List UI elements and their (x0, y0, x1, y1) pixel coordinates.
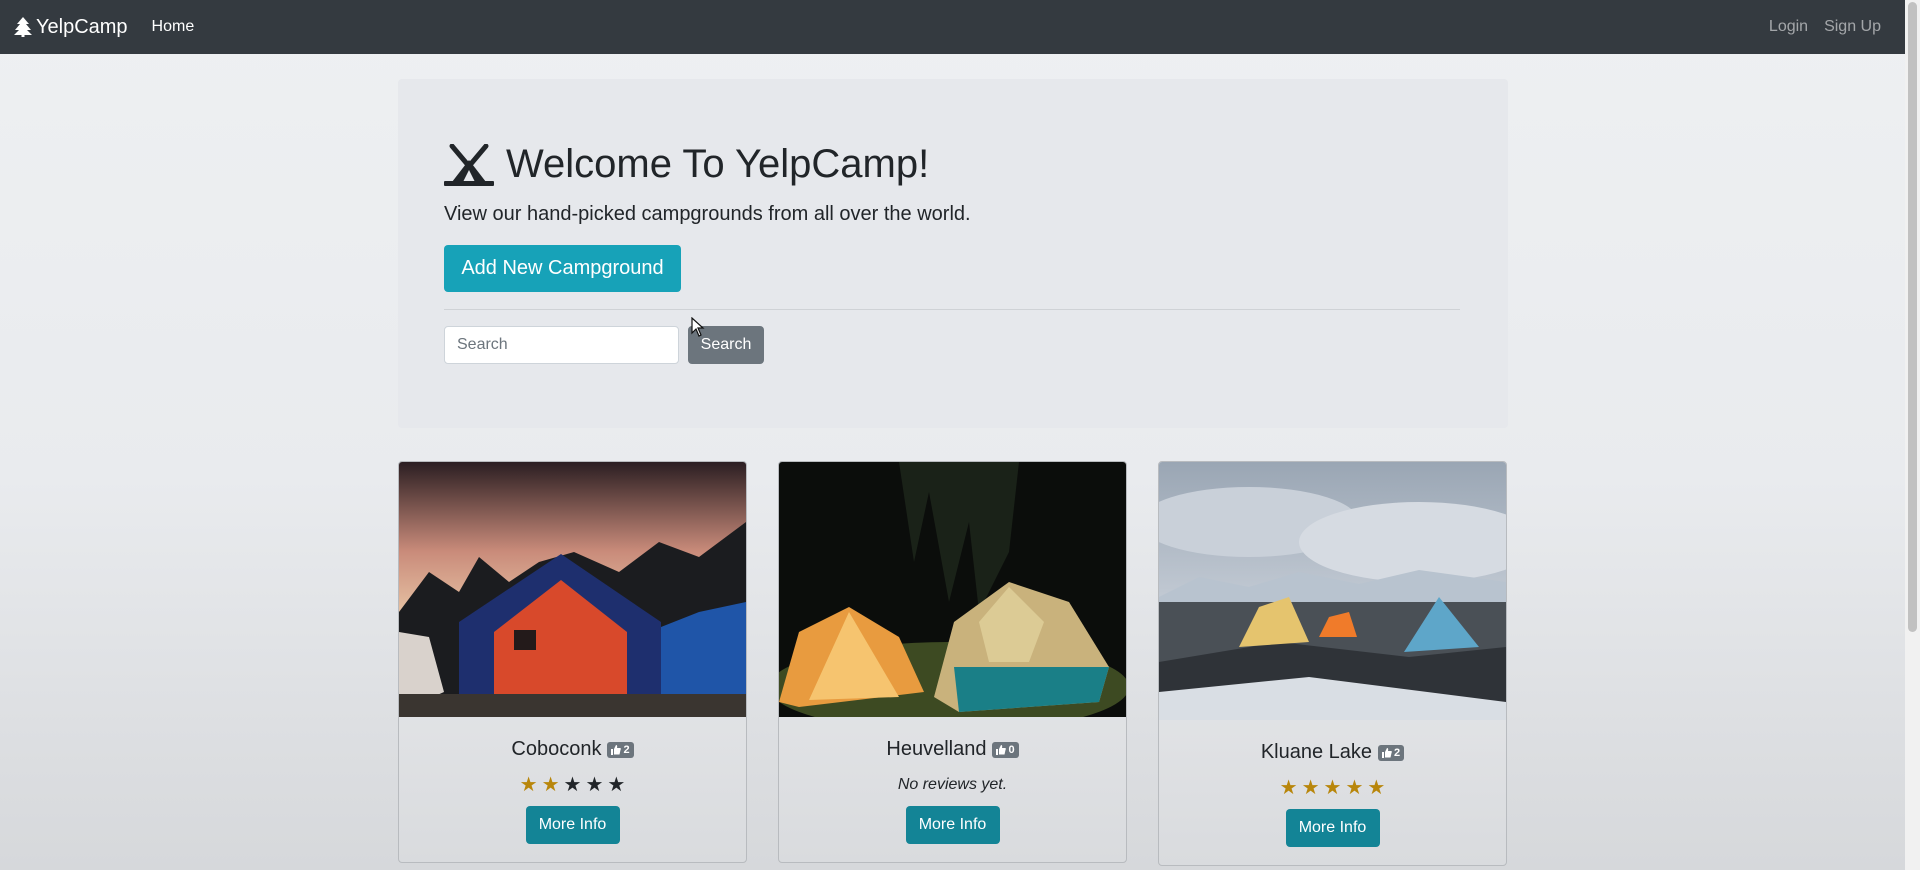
likes-badge: 0 (992, 741, 1019, 758)
star-filled-icon: ★ (1323, 777, 1342, 799)
add-campground-button[interactable]: Add New Campground (444, 245, 681, 292)
star-filled-icon: ★ (541, 774, 560, 796)
likes-count: 0 (1008, 743, 1015, 756)
no-reviews-text: No reviews yet. (897, 776, 1008, 793)
more-info-button[interactable]: More Info (905, 806, 1000, 844)
campground-name: Kluane Lake (1260, 741, 1373, 763)
star-filled-icon: ★ (1301, 777, 1320, 799)
thumbs-up-icon (1382, 747, 1392, 758)
likes-count: 2 (623, 743, 630, 756)
star-empty-icon: ★ (607, 774, 626, 796)
navbar-brand[interactable]: YelpCamp (14, 16, 128, 39)
campground-card: Kluane Lake 2 ★ ★ ★ ★ ★ More Info (1158, 461, 1507, 866)
likes-count: 2 (1394, 746, 1401, 759)
campground-name: Coboconk (511, 738, 602, 760)
campground-icon (444, 143, 494, 186)
star-filled-icon: ★ (1279, 777, 1298, 799)
brand-label: YelpCamp (36, 15, 128, 38)
scrollbar-thumb[interactable] (1908, 2, 1917, 632)
more-info-button[interactable]: More Info (525, 806, 620, 844)
likes-badge: 2 (607, 741, 634, 758)
thumbs-up-icon (611, 744, 622, 755)
campground-card: Coboconk 2 ★ ★ ★ ★ ★ More Info (398, 461, 747, 863)
more-info-button[interactable]: More Info (1285, 809, 1380, 847)
rating-stars: ★ ★ ★ ★ ★ (399, 775, 746, 795)
campground-name: Heuvelland (886, 738, 987, 760)
page-title: Welcome To YelpCamp! (444, 142, 929, 187)
thumbs-up-icon (996, 744, 1007, 755)
campground-image[interactable] (399, 462, 746, 717)
nav-auth-links: Login Sign Up (1769, 18, 1881, 36)
campground-card: Heuvelland 0 No reviews yet. More Info (778, 461, 1127, 863)
campground-image[interactable] (1159, 462, 1506, 720)
card-title: Kluane Lake 2 (1159, 741, 1506, 764)
jumbotron: Welcome To YelpCamp! View our hand-picke… (398, 79, 1508, 428)
nav-home-link[interactable]: Home (152, 18, 195, 36)
star-filled-icon: ★ (1345, 777, 1364, 799)
card-title: Coboconk 2 (399, 738, 746, 761)
jumbotron-lead: View our hand-picked campgrounds from al… (444, 203, 971, 225)
campground-image[interactable] (779, 462, 1126, 717)
page-scrollbar[interactable] (1905, 0, 1920, 870)
search-input[interactable] (444, 326, 679, 364)
star-filled-icon: ★ (519, 774, 538, 796)
star-filled-icon: ★ (1367, 777, 1386, 799)
star-empty-icon: ★ (563, 774, 582, 796)
tree-icon (14, 17, 32, 37)
divider (444, 309, 1460, 310)
rating-stars: ★ ★ ★ ★ ★ (1159, 778, 1506, 798)
navbar: YelpCamp Home Login Sign Up (0, 0, 1905, 54)
card-title: Heuvelland 0 (779, 738, 1126, 761)
nav-signup-link[interactable]: Sign Up (1824, 18, 1881, 36)
likes-badge: 2 (1378, 744, 1405, 761)
mouse-cursor-icon (691, 317, 705, 337)
star-empty-icon: ★ (585, 774, 604, 796)
page-title-text: Welcome To YelpCamp! (506, 142, 930, 186)
nav-login-link[interactable]: Login (1769, 18, 1808, 36)
